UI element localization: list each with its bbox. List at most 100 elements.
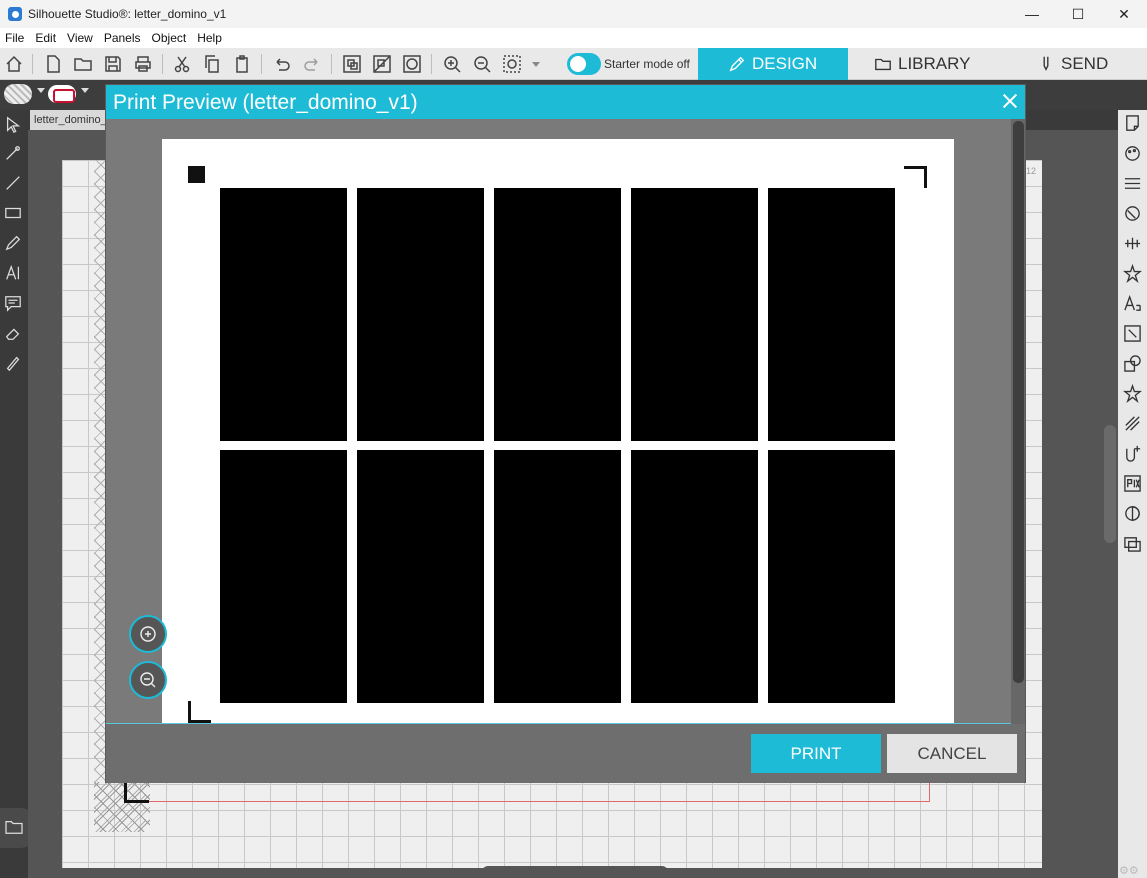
- layers-icon[interactable]: [1123, 534, 1143, 554]
- redo-icon[interactable]: [300, 52, 324, 76]
- cancel-button[interactable]: CANCEL: [887, 734, 1017, 773]
- menu-view[interactable]: View: [67, 31, 93, 45]
- print-button[interactable]: PRINT: [751, 734, 881, 773]
- minimize-button[interactable]: —: [1009, 0, 1055, 28]
- domino-tile: [494, 450, 621, 703]
- toolbar-separator: [32, 54, 33, 74]
- undo-icon[interactable]: [270, 52, 294, 76]
- left-tool-strip: [0, 110, 28, 878]
- text-tool-icon[interactable]: [4, 264, 24, 284]
- library-folder-icon: [875, 58, 891, 71]
- menu-bar: File Edit View Panels Object Help: [0, 28, 1147, 48]
- document-tab[interactable]: letter_domino_v1: [30, 110, 106, 130]
- maximize-button[interactable]: ☐: [1055, 0, 1101, 28]
- page-setup-icon[interactable]: [1123, 114, 1143, 134]
- starter-mode-label: Starter mode off: [604, 57, 690, 71]
- scale-icon[interactable]: [1123, 324, 1143, 344]
- vertical-scrollbar[interactable]: [1104, 425, 1116, 543]
- sketch-icon[interactable]: [1123, 414, 1143, 434]
- tab-design-label: DESIGN: [752, 54, 818, 73]
- cut-icon[interactable]: [170, 52, 194, 76]
- print-icon[interactable]: [131, 52, 155, 76]
- tab-send[interactable]: SEND: [1037, 48, 1108, 80]
- zoom-out-icon: [140, 672, 156, 688]
- paste-icon[interactable]: [230, 52, 254, 76]
- pixscan-icon[interactable]: [1123, 474, 1143, 494]
- offset-icon[interactable]: [1123, 444, 1143, 464]
- align-icon[interactable]: [1123, 234, 1143, 254]
- select-arrow-icon[interactable]: [4, 116, 24, 136]
- registration-mark-corner: [188, 701, 211, 723]
- tab-design[interactable]: DESIGN: [698, 48, 848, 80]
- fill-panel-icon[interactable]: [1123, 144, 1143, 164]
- menu-file[interactable]: File: [5, 31, 24, 45]
- toolbar-separator: [261, 54, 262, 74]
- home-icon[interactable]: [2, 52, 26, 76]
- transform-icon[interactable]: [1123, 263, 1143, 284]
- dialog-close-icon[interactable]: [1001, 92, 1019, 110]
- text-style-icon[interactable]: [1123, 294, 1143, 314]
- compound-path-icon[interactable]: [400, 52, 424, 76]
- menu-help[interactable]: Help: [197, 31, 222, 45]
- zoom-out-icon[interactable]: [470, 52, 494, 76]
- rectangle-tool-icon[interactable]: [4, 204, 24, 224]
- fill-dropdown-chevron-icon[interactable]: [37, 88, 45, 93]
- menu-object[interactable]: Object: [152, 31, 187, 45]
- domino-tile: [220, 450, 347, 703]
- line-style-icon[interactable]: [1123, 174, 1143, 194]
- fill-pattern-icon[interactable]: [1123, 204, 1143, 224]
- preview-scrollbar-thumb[interactable]: [1013, 121, 1024, 683]
- registration-mark-corner: [904, 166, 927, 188]
- new-document-icon[interactable]: [41, 52, 65, 76]
- knife-icon[interactable]: [4, 354, 24, 374]
- domino-tile: [631, 450, 758, 703]
- registration-mark-square: [188, 166, 205, 183]
- fill-color-swatch[interactable]: [4, 84, 32, 104]
- modify-icon[interactable]: [1123, 354, 1143, 374]
- zoom-in-icon: [140, 626, 156, 642]
- domino-tile: [357, 450, 484, 703]
- cut-border-line: [929, 783, 930, 801]
- line-color-swatch[interactable]: [48, 85, 76, 103]
- star-shape-icon[interactable]: [1123, 383, 1143, 404]
- zoom-dropdown-chevron-icon[interactable]: [524, 52, 548, 76]
- domino-tile: [357, 188, 484, 441]
- tab-library[interactable]: LIBRARY: [874, 48, 970, 80]
- notes-icon[interactable]: [4, 294, 24, 314]
- preview-zoom-in-button[interactable]: [129, 615, 167, 653]
- group-icon[interactable]: [340, 52, 364, 76]
- zoom-fit-icon[interactable]: [500, 52, 524, 76]
- trace-icon[interactable]: [1123, 504, 1143, 524]
- tab-library-label: LIBRARY: [898, 54, 971, 73]
- horizontal-scrollbar[interactable]: [482, 866, 668, 878]
- domino-tile: [631, 188, 758, 441]
- right-panel-strip: [1118, 110, 1147, 878]
- domino-tile: [494, 188, 621, 441]
- toolbar-separator: [431, 54, 432, 74]
- eraser-icon[interactable]: [4, 324, 24, 344]
- draw-tool-icon[interactable]: [4, 234, 24, 254]
- window-title: Silhouette Studio®: letter_domino_v1: [28, 7, 227, 21]
- cut-border-line: [148, 801, 930, 802]
- toolbar-separator: [331, 54, 332, 74]
- folder-icon: [5, 821, 23, 834]
- point-edit-icon[interactable]: [4, 144, 24, 164]
- preview-zoom-out-button[interactable]: [129, 661, 167, 699]
- open-folder-icon[interactable]: [71, 52, 95, 76]
- starter-mode-toggle[interactable]: [567, 53, 601, 75]
- ungroup-icon[interactable]: [370, 52, 394, 76]
- settings-gear-icon[interactable]: ⚙⚙: [1119, 864, 1139, 877]
- line-tool-icon[interactable]: [4, 174, 24, 194]
- dialog-title: Print Preview (letter_domino_v1): [113, 91, 418, 114]
- zoom-in-icon[interactable]: [440, 52, 464, 76]
- menu-edit[interactable]: Edit: [35, 31, 56, 45]
- copy-icon[interactable]: [200, 52, 224, 76]
- design-pencil-icon: [729, 56, 745, 72]
- domino-tile: [220, 188, 347, 441]
- domino-tile: [768, 188, 895, 441]
- line-dropdown-chevron-icon[interactable]: [81, 88, 89, 93]
- domino-tile: [768, 450, 895, 703]
- save-icon[interactable]: [101, 52, 125, 76]
- menu-panels[interactable]: Panels: [104, 31, 141, 45]
- close-window-button[interactable]: ✕: [1101, 0, 1147, 28]
